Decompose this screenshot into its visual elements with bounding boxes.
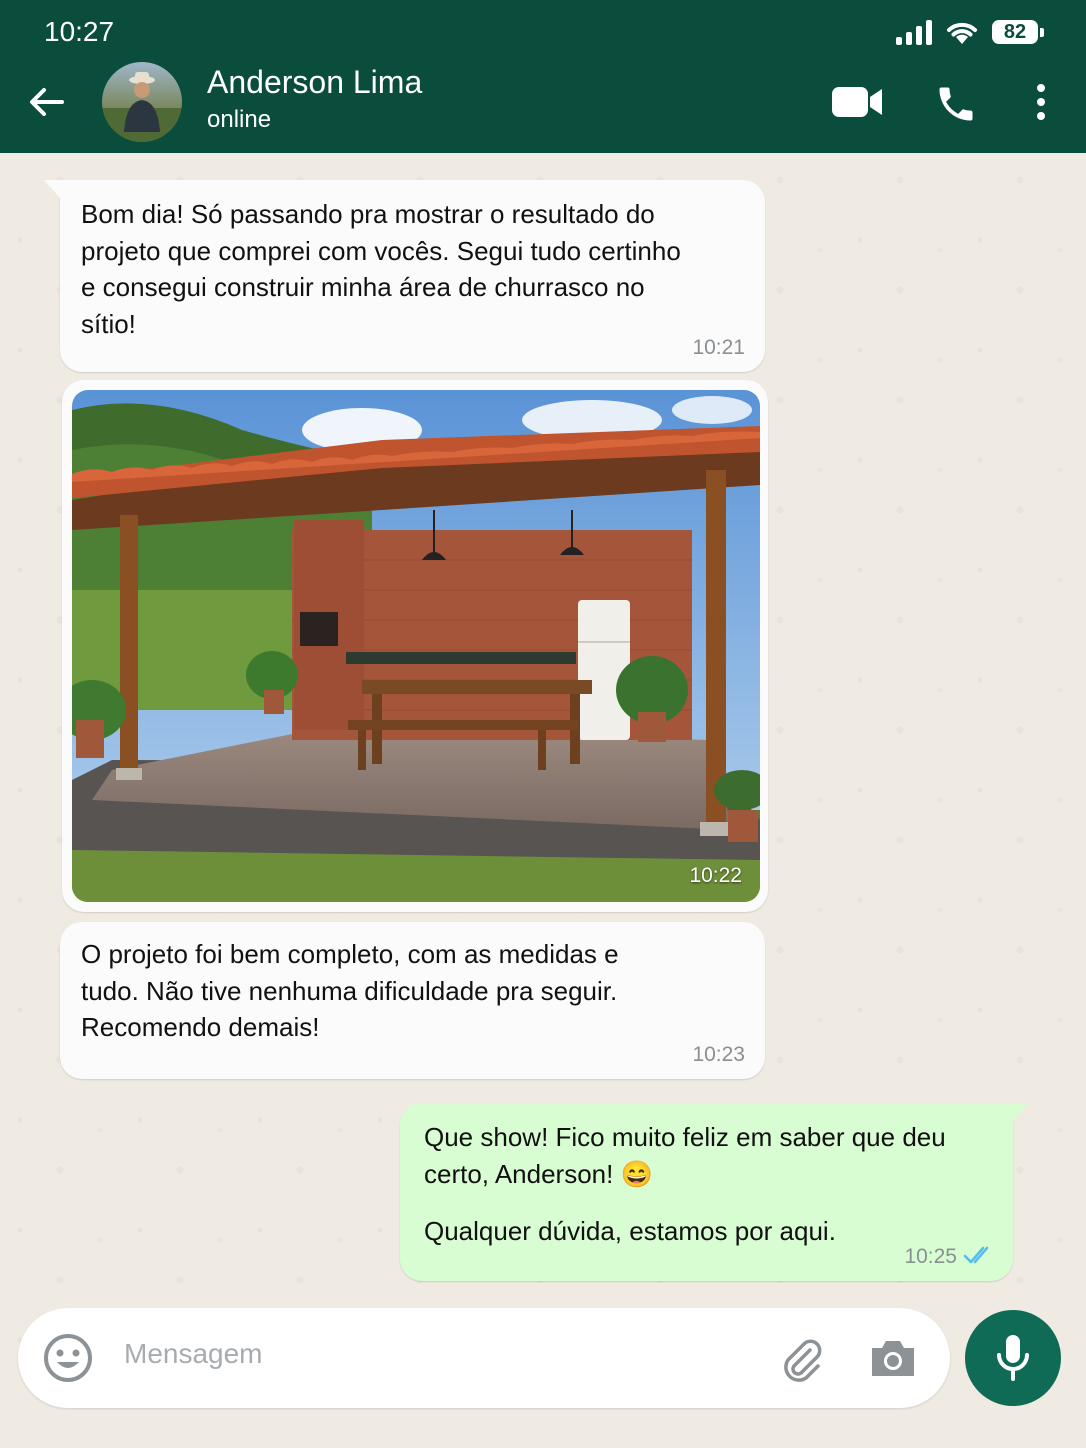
read-receipt-icon xyxy=(963,1246,989,1264)
message-text-line1: Que show! Fico muito feliz em saber que … xyxy=(424,1122,946,1189)
status-bar-time: 10:27 xyxy=(44,16,115,47)
incoming-message-bubble[interactable]: Bom dia! Só passando pra mostrar o resul… xyxy=(44,180,765,372)
status-bar-indicators: 82 xyxy=(896,18,1044,46)
video-call-icon[interactable] xyxy=(830,84,884,120)
incoming-message-bubble[interactable]: O projeto foi bem completo, com as medid… xyxy=(60,922,765,1079)
bubble-tail xyxy=(44,180,60,198)
contact-avatar[interactable] xyxy=(102,62,182,142)
message-text: O projeto foi bem completo, com as medid… xyxy=(81,939,619,1042)
message-time: 10:21 xyxy=(692,336,745,359)
battery-indicator: 82 xyxy=(992,20,1044,44)
back-arrow-icon[interactable] xyxy=(26,82,66,122)
outgoing-message-bubble[interactable]: Que show! Fico muito feliz em saber que … xyxy=(400,1103,1029,1281)
photo-time: 10:22 xyxy=(689,864,742,887)
message-time: 10:25 xyxy=(904,1245,957,1268)
chat-header: 10:27 82 Anderson Lima online xyxy=(0,0,1086,153)
emoji-icon[interactable] xyxy=(42,1332,94,1384)
more-options-icon[interactable] xyxy=(1030,82,1052,122)
contact-status: online xyxy=(207,106,272,133)
attachment-icon[interactable] xyxy=(778,1336,826,1384)
bbq-area-photo xyxy=(72,390,760,902)
message-time: 10:23 xyxy=(692,1043,745,1066)
cellular-signal-icon xyxy=(896,19,932,45)
voice-call-icon[interactable] xyxy=(934,82,978,126)
incoming-image-bubble[interactable]: 10:22 xyxy=(62,380,768,912)
microphone-icon xyxy=(997,1335,1029,1381)
wifi-icon xyxy=(947,22,977,44)
message-text: Bom dia! Só passando pra mostrar o resul… xyxy=(81,199,681,339)
camera-icon[interactable] xyxy=(868,1336,918,1380)
message-photo[interactable]: 10:22 xyxy=(72,390,760,902)
message-input[interactable]: Mensagem xyxy=(124,1338,263,1370)
avatar-photo xyxy=(102,72,182,142)
message-text-line2: Qualquer dúvida, estamos por aqui. xyxy=(424,1216,836,1246)
bubble-tail xyxy=(1013,1103,1029,1121)
message-composer: Mensagem xyxy=(18,1308,950,1408)
contact-name[interactable]: Anderson Lima xyxy=(207,64,422,101)
voice-message-button[interactable] xyxy=(965,1310,1061,1406)
